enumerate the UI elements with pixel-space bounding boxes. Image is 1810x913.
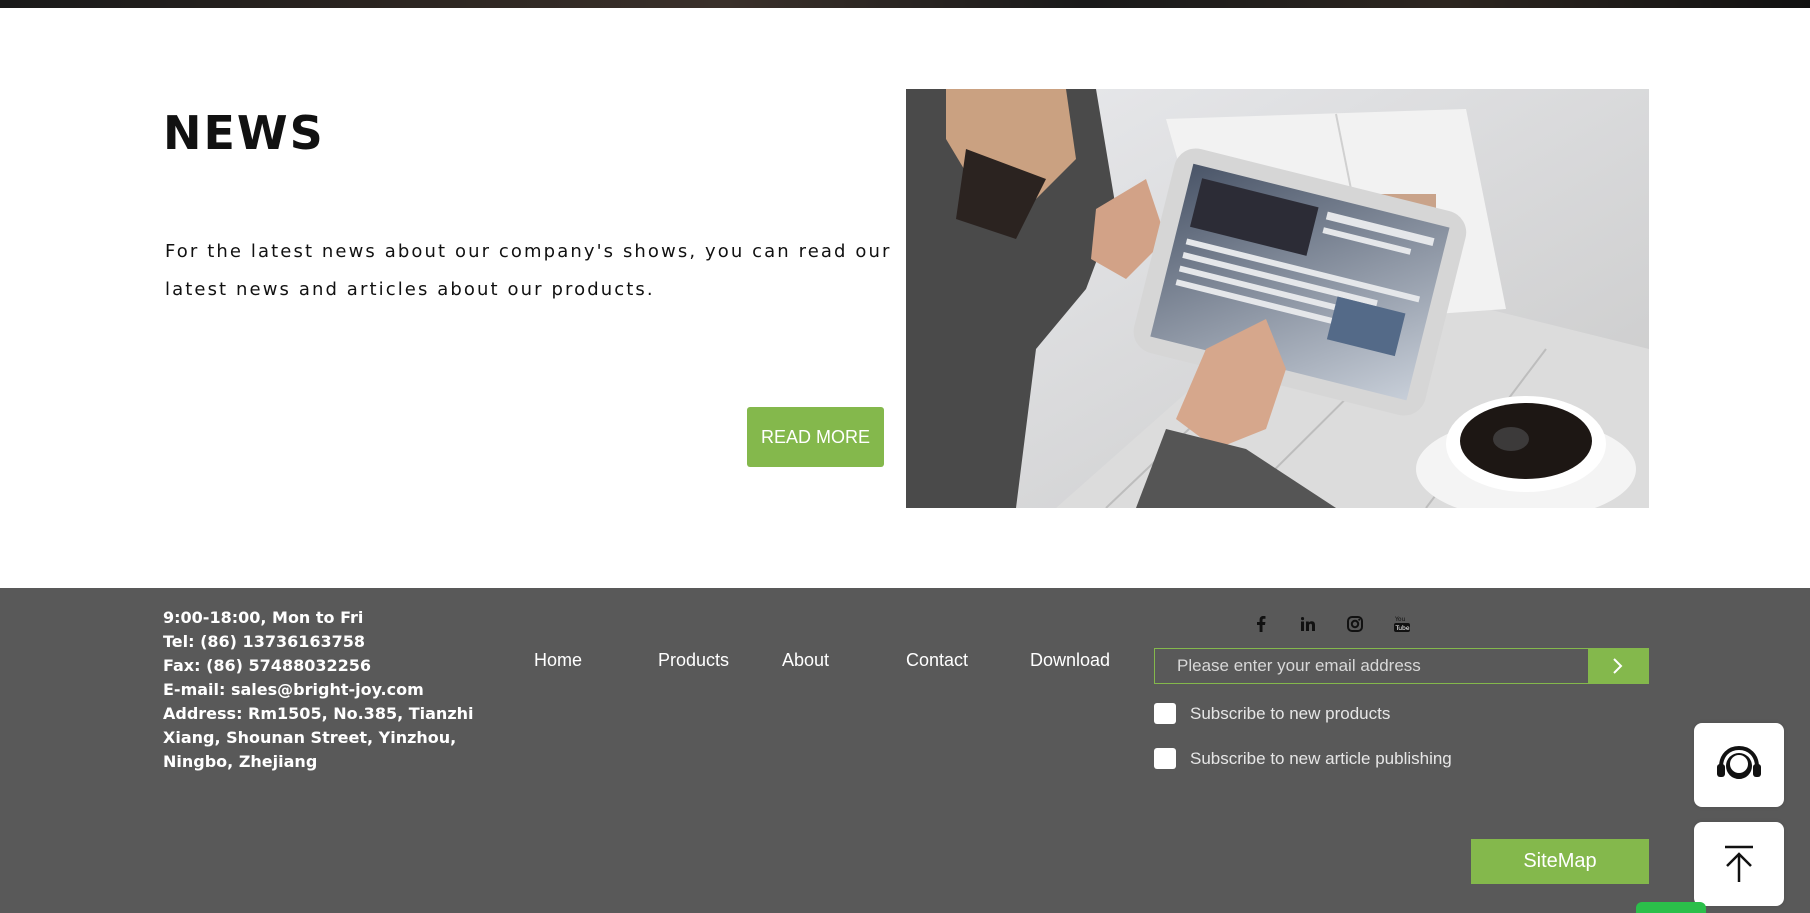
news-description: For the latest news about our company's … [165,241,892,300]
read-more-button[interactable]: READ MORE [747,407,884,467]
postal-address: Address: Rm1505, No.385, Tianzhi Xiang, … [163,704,474,771]
nav-download[interactable]: Download [1030,650,1110,671]
chat-widget-tab[interactable] [1636,902,1706,913]
back-to-top-button[interactable] [1694,822,1784,906]
email-address: E-mail: sales@bright-joy.com [163,680,424,699]
facebook-icon[interactable] [1250,613,1272,635]
business-hours: 9:00-18:00, Mon to Fri [163,608,364,627]
linkedin-icon[interactable] [1297,613,1319,635]
sitemap-button[interactable]: SiteMap [1471,839,1649,884]
svg-text:Tube: Tube [1395,625,1410,632]
site-footer: 9:00-18:00, Mon to Fri Tel: (86) 1373616… [0,588,1810,913]
nav-contact[interactable]: Contact [906,650,968,671]
subscribe-products-option[interactable]: Subscribe to new products [1154,703,1390,724]
subscribe-products-checkbox[interactable] [1154,703,1176,724]
man-using-tablet-illustration [906,89,1649,508]
contact-info: 9:00-18:00, Mon to Fri Tel: (86) 1373616… [163,606,503,774]
telephone: Tel: (86) 13736163758 [163,632,366,651]
subscribe-articles-label: Subscribe to new article publishing [1190,748,1452,768]
news-heading: NEWS [163,106,325,160]
chevron-right-icon [1613,658,1623,674]
hero-image-bottom-strip [0,0,1810,8]
subscribe-articles-option[interactable]: Subscribe to new article publishing [1154,748,1452,769]
email-submit-button[interactable] [1588,649,1648,683]
nav-home[interactable]: Home [534,650,582,671]
subscribe-articles-checkbox[interactable] [1154,748,1176,769]
news-photo [906,89,1649,508]
instagram-icon[interactable] [1344,613,1366,635]
nav-products[interactable]: Products [658,650,729,671]
back-to-top-icon [1725,845,1753,882]
email-input[interactable] [1155,649,1588,683]
youtube-icon[interactable]: You Tube [1391,613,1413,635]
customer-support-button[interactable] [1694,723,1784,807]
headset-icon [1717,745,1761,779]
newsletter-form [1154,648,1649,684]
nav-about[interactable]: About [782,650,829,671]
fax: Fax: (86) 57488032256 [163,656,371,675]
subscribe-products-label: Subscribe to new products [1190,703,1391,723]
svg-text:You: You [1394,616,1406,623]
